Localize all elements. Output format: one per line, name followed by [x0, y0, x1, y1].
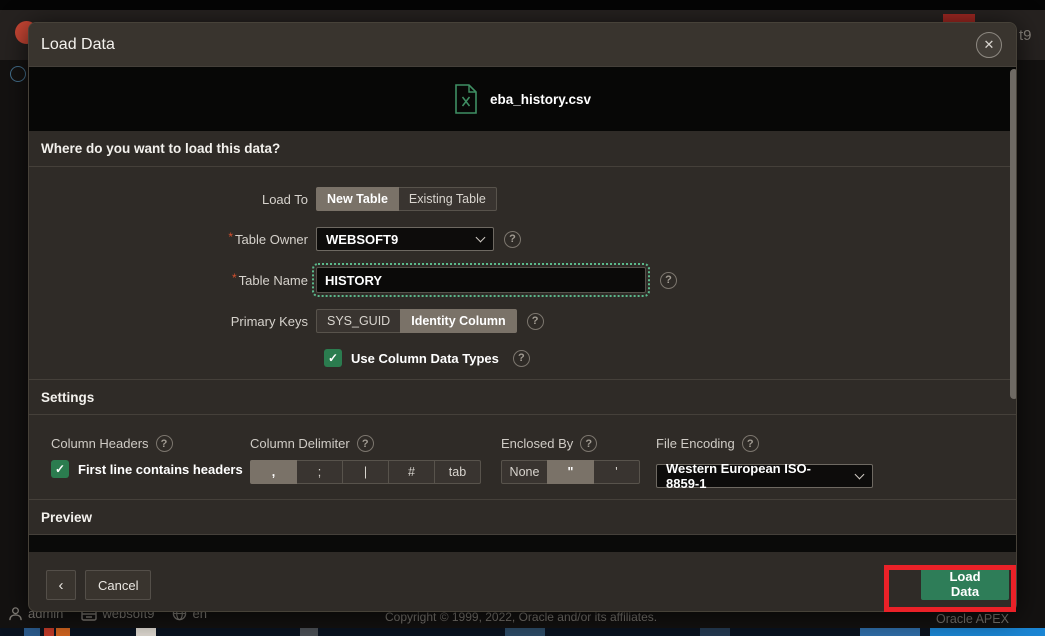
- enclosed-by-group: Enclosed By ? None " ': [501, 435, 640, 484]
- use-column-data-types-help-icon[interactable]: ?: [513, 350, 530, 367]
- load-to-toggle: New Table Existing Table: [316, 187, 497, 211]
- column-headers-control: ✓ First line contains headers: [51, 460, 243, 478]
- enclosed-by-label-row: Enclosed By ?: [501, 435, 640, 452]
- browser-top-strip: [0, 0, 1045, 10]
- taskbar-strip: [0, 628, 1045, 636]
- taskbar-fragment: [300, 628, 318, 636]
- file-encoding-group: File Encoding ? Western European ISO-885…: [656, 435, 873, 488]
- table-owner-value: WEBSOFT9: [326, 232, 398, 247]
- enclosed-by-toggle: None " ': [501, 460, 640, 484]
- back-arrow-icon: [10, 66, 26, 82]
- table-name-help-icon[interactable]: ?: [660, 272, 677, 289]
- first-line-headers-label: First line contains headers: [78, 462, 243, 477]
- table-owner-row: *Table Owner WEBSOFT9 ?: [29, 227, 1016, 251]
- delimiter-option-hash[interactable]: #: [388, 460, 435, 484]
- primary-keys-label: Primary Keys: [29, 314, 316, 329]
- table-name-input[interactable]: [316, 267, 646, 293]
- delimiter-option-semicolon[interactable]: ;: [296, 460, 343, 484]
- cancel-button[interactable]: Cancel: [85, 570, 151, 600]
- delimiter-option-tab[interactable]: tab: [434, 460, 481, 484]
- taskbar-fragment: [505, 628, 545, 636]
- use-column-data-types-label: Use Column Data Types: [351, 351, 499, 366]
- primary-keys-help-icon[interactable]: ?: [527, 313, 544, 330]
- primary-keys-option-sys-guid[interactable]: SYS_GUID: [316, 309, 401, 333]
- section-title-preview: Preview: [29, 499, 1016, 535]
- dialog-header: Load Data ✕: [29, 23, 1016, 67]
- file-banner: eba_history.csv: [29, 67, 1016, 131]
- column-headers-label-row: Column Headers ?: [51, 435, 243, 452]
- use-column-data-types-checkbox[interactable]: ✓: [324, 349, 342, 367]
- chevron-down-icon: [855, 469, 865, 479]
- settings-body: Column Headers ? ✓ First line contains h…: [29, 415, 1016, 499]
- taskbar-fragment: [930, 628, 1045, 636]
- column-headers-label: Column Headers: [51, 436, 149, 451]
- column-delimiter-label-row: Column Delimiter ?: [250, 435, 481, 452]
- column-delimiter-label: Column Delimiter: [250, 436, 350, 451]
- dialog-footer: ‹ Cancel Load Data: [29, 552, 1016, 611]
- delimiter-option-comma[interactable]: ,: [250, 460, 297, 484]
- taskbar-fragment: [56, 628, 70, 636]
- user-icon: [8, 606, 23, 621]
- required-marker: *: [232, 271, 237, 285]
- enclosed-by-help-icon[interactable]: ?: [580, 435, 597, 452]
- section-title-where: Where do you want to load this data?: [29, 131, 1016, 167]
- section-title-settings: Settings: [29, 379, 1016, 415]
- table-name-row: *Table Name ?: [29, 267, 1016, 293]
- file-encoding-value: Western European ISO-8859-1: [666, 461, 844, 491]
- chevron-down-icon: [476, 232, 486, 242]
- load-to-option-new-table[interactable]: New Table: [316, 187, 399, 211]
- enclosed-by-label: Enclosed By: [501, 436, 573, 451]
- use-column-data-types-row: ✓ Use Column Data Types ?: [324, 349, 1016, 367]
- taskbar-fragment: [700, 628, 730, 636]
- file-encoding-help-icon[interactable]: ?: [742, 435, 759, 452]
- file-encoding-label-row: File Encoding ?: [656, 435, 873, 452]
- column-headers-help-icon[interactable]: ?: [156, 435, 173, 452]
- back-button[interactable]: ‹: [46, 570, 76, 600]
- required-marker: *: [228, 230, 233, 244]
- table-name-label: *Table Name: [29, 273, 316, 288]
- enclosed-option-double-quote[interactable]: ": [547, 460, 594, 484]
- primary-keys-toggle: SYS_GUID Identity Column: [316, 309, 517, 333]
- taskbar-fragment: [44, 628, 54, 636]
- primary-keys-row: Primary Keys SYS_GUID Identity Column ?: [29, 309, 1016, 333]
- file-encoding-select[interactable]: Western European ISO-8859-1: [656, 464, 873, 488]
- enclosed-option-none[interactable]: None: [501, 460, 548, 484]
- copyright-text: Copyright © 1999, 2022, Oracle and/or it…: [385, 610, 657, 624]
- taskbar-fragment: [24, 628, 40, 636]
- dialog-title: Load Data: [41, 36, 115, 54]
- column-delimiter-help-icon[interactable]: ?: [357, 435, 374, 452]
- load-data-button[interactable]: Load Data: [921, 568, 1009, 600]
- column-delimiter-toggle: , ; | # tab: [250, 460, 481, 484]
- dialog-scrollbar-thumb[interactable]: [1010, 69, 1017, 399]
- column-headers-group: Column Headers ? ✓ First line contains h…: [51, 435, 243, 478]
- load-to-option-existing-table[interactable]: Existing Table: [398, 187, 497, 211]
- column-delimiter-group: Column Delimiter ? , ; | # tab: [250, 435, 481, 484]
- primary-keys-option-identity-column[interactable]: Identity Column: [400, 309, 516, 333]
- close-icon[interactable]: ✕: [976, 32, 1002, 58]
- csv-file-icon: [454, 84, 478, 114]
- table-owner-select[interactable]: WEBSOFT9: [316, 227, 494, 251]
- enclosed-option-single-quote[interactable]: ': [593, 460, 640, 484]
- file-encoding-label: File Encoding: [656, 436, 735, 451]
- table-owner-help-icon[interactable]: ?: [504, 231, 521, 248]
- preview-content-strip: [29, 535, 1016, 552]
- taskbar-fragment: [860, 628, 920, 636]
- load-to-row: Load To New Table Existing Table: [29, 187, 1016, 211]
- file-name: eba_history.csv: [490, 92, 591, 107]
- load-to-label: Load To: [29, 192, 316, 207]
- header-partial-text: t9: [1019, 27, 1032, 44]
- taskbar-fragment: [136, 628, 156, 636]
- load-data-dialog: Load Data ✕ eba_history.csv Where do you…: [28, 22, 1017, 612]
- first-line-headers-checkbox[interactable]: ✓: [51, 460, 69, 478]
- table-owner-label: *Table Owner: [29, 232, 316, 247]
- where-form: Load To New Table Existing Table *Table …: [29, 167, 1016, 379]
- delimiter-option-pipe[interactable]: |: [342, 460, 389, 484]
- screen: t9 admin websoft9 en Copyright © 19: [0, 0, 1045, 636]
